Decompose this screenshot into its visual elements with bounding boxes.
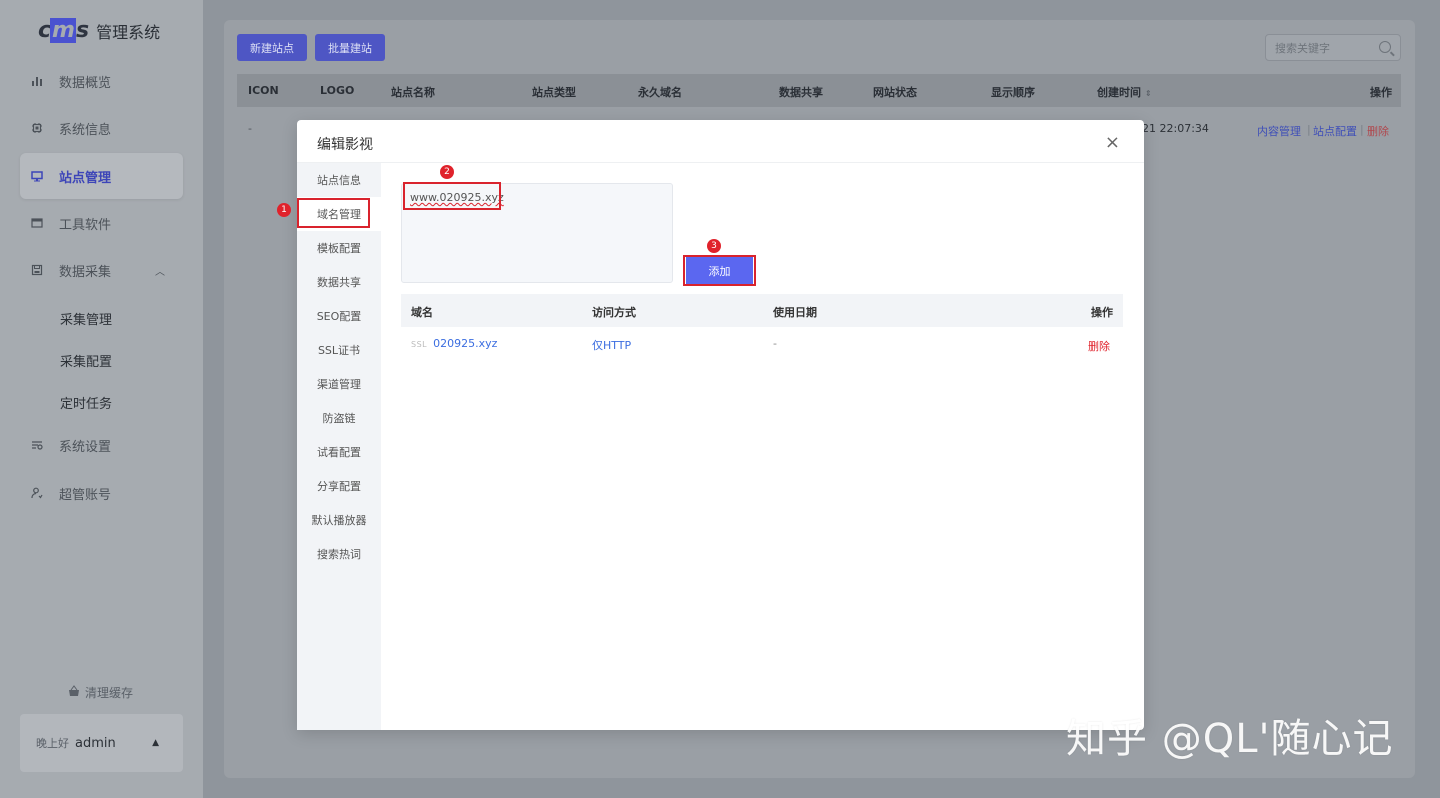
sidebar-item-label: 站点管理 [59,170,112,186]
column-header: 站点名称 [391,86,435,99]
annotation-box-domain-input [403,182,501,210]
sidebar-item-system-settings[interactable]: 系统设置 [20,422,183,468]
basket-icon [68,685,80,700]
sidebar-subitem-scheduled-tasks[interactable]: 定时任务 [60,393,112,412]
user-menu[interactable]: 晚上好 admin ▲ [20,714,183,772]
clear-cache-button[interactable]: 清理缓存 [68,684,133,701]
column-header: 数据共享 [779,86,823,99]
bar-chart-icon [30,74,44,88]
column-header: 站点类型 [532,86,576,99]
sidebar-item-label: 工具软件 [59,217,112,233]
column-header-sortable[interactable]: 创建时间 ⇕ [1097,84,1152,100]
sidebar-item-label: 数据概览 [59,75,112,91]
delete-domain-link[interactable]: 删除 [1088,338,1110,354]
usage-date: - [773,337,777,350]
tab-default-player[interactable]: 默认播放器 [297,503,381,537]
app-title: 管理系统 [96,22,161,42]
caret-up-icon: ▲ [152,738,159,748]
sidebar-subitem-collection-management[interactable]: 采集管理 [60,309,112,328]
domain-cell[interactable]: SSL 020925.xyz [411,337,497,350]
sidebar-item-label: 超管账号 [59,487,112,503]
column-header: 永久域名 [638,86,682,99]
modal-side-tabs: 站点信息 域名管理 模板配置 数据共享 SEO配置 SSL证书 渠道管理 防盗链… [297,163,381,730]
greeting-text: 晚上好 [36,737,69,750]
logo: cms 管理系统 [38,18,160,43]
close-icon[interactable]: × [1105,132,1120,153]
sidebar-item-site-management[interactable]: 站点管理 [20,153,183,199]
sidebar-item-data-collection[interactable]: 数据采集 ︿ [20,247,183,293]
tab-ssl-certificate[interactable]: SSL证书 [297,333,381,367]
annotation-badge: 1 [277,203,291,217]
username: admin [75,735,116,751]
content-management-link[interactable]: 内容管理 [1257,123,1301,139]
sidebar-item-label: 数据采集 [59,264,112,280]
new-site-button[interactable]: 新建站点 [237,34,307,61]
monitor-icon [30,169,44,183]
tab-hotlink-protection[interactable]: 防盗链 [297,401,381,435]
sliders-icon [30,438,44,452]
tab-template-config[interactable]: 模板配置 [297,231,381,265]
sidebar-item-label: 系统信息 [59,122,112,138]
site-config-link[interactable]: 站点配置 [1313,123,1357,139]
separator: | [1307,123,1311,136]
column-header: 操作 [1370,86,1392,99]
column-header: 访问方式 [592,306,636,319]
column-header: 使用日期 [773,306,817,319]
sidebar-subitem-collection-config[interactable]: 采集配置 [60,351,112,370]
tab-search-hot-words[interactable]: 搜索热词 [297,537,381,571]
tab-site-info[interactable]: 站点信息 [297,163,381,197]
column-header: 网站状态 [873,86,917,99]
domain-name: 020925.xyz [433,337,498,350]
ssl-tag: SSL [411,340,428,349]
row-created-time: 21 22:07:34 [1142,122,1209,135]
sidebar-item-tools[interactable]: 工具软件 [20,200,183,246]
domain-table-header: 域名 访问方式 使用日期 操作 [401,294,1123,327]
sidebar-item-admin-account[interactable]: 超管账号 [20,470,183,516]
column-header: ICON [248,84,279,97]
row-icon-cell: - [248,122,252,135]
column-header: LOGO [320,84,355,97]
search-icon [1379,41,1391,53]
modal-divider [297,162,1144,163]
sort-icon[interactable]: ⇕ [1145,89,1152,98]
access-mode[interactable]: 仅HTTP [592,337,631,353]
user-icon [30,486,44,500]
column-header-label: 创建时间 [1097,86,1141,99]
window-icon [30,216,44,230]
delete-site-link[interactable]: 删除 [1367,123,1389,139]
search-placeholder: 搜索关键字 [1275,41,1330,55]
annotation-badge: 2 [440,165,454,179]
tab-share-config[interactable]: 分享配置 [297,469,381,503]
sidebar-item-system-info[interactable]: 系统信息 [20,105,183,151]
modal-title: 编辑影视 [317,137,373,153]
sidebar-item-label: 系统设置 [59,439,112,455]
chip-icon [30,121,44,135]
save-icon [30,263,44,277]
annotation-box-domain-tab [297,198,370,228]
tab-preview-config[interactable]: 试看配置 [297,435,381,469]
column-header: 域名 [411,306,433,319]
column-header: 操作 [1091,306,1113,319]
annotation-box-add-button [683,255,756,286]
sites-table-header: ICON LOGO 站点名称 站点类型 永久域名 数据共享 网站状态 显示顺序 … [237,74,1401,107]
annotation-badge: 3 [707,239,721,253]
clear-cache-label: 清理缓存 [85,686,134,700]
column-header: 显示顺序 [991,86,1035,99]
sidebar: cms 管理系统 数据概览 系统信息 站点管理 工具软件 数据采集 ︿ 采集管理… [0,0,203,798]
sidebar-item-data-overview[interactable]: 数据概览 [20,58,183,104]
batch-create-button[interactable]: 批量建站 [315,34,385,61]
chevron-up-icon: ︿ [155,266,165,278]
tab-seo-config[interactable]: SEO配置 [297,299,381,333]
search-input[interactable]: 搜索关键字 [1265,34,1401,61]
tab-data-sharing[interactable]: 数据共享 [297,265,381,299]
tab-channel-management[interactable]: 渠道管理 [297,367,381,401]
watermark: 知乎 @QL'随心记 [1066,716,1394,762]
separator: | [1360,123,1364,136]
edit-modal: 编辑影视 × 站点信息 域名管理 模板配置 数据共享 SEO配置 SSL证书 渠… [277,120,1144,730]
logo-mark: cms [38,18,89,43]
